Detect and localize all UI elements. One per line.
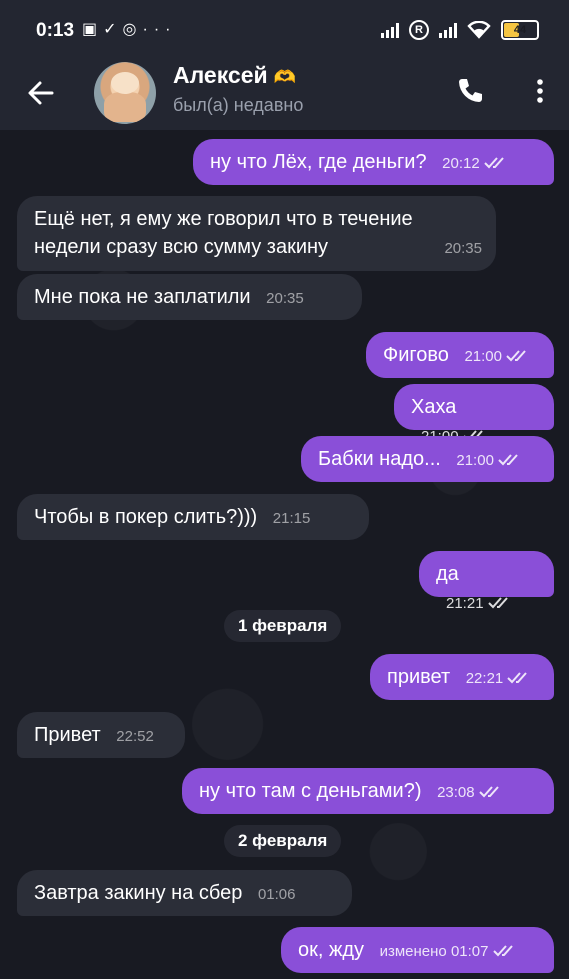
message-time: 21:21 bbox=[446, 595, 514, 612]
contact-name-row[interactable]: Алексей 🫶 bbox=[173, 62, 296, 89]
message-outgoing[interactable]: ну что Лёх, где деньги? 20:12 bbox=[193, 139, 554, 185]
twitch-icon: ▣ bbox=[82, 21, 104, 38]
message-outgoing[interactable]: Бабки надо... 21:00 bbox=[301, 436, 554, 482]
check-icon: ✓ bbox=[103, 21, 123, 38]
message-time: 20:35 bbox=[266, 290, 304, 307]
message-text: ок, жду bbox=[298, 939, 365, 961]
date-separator: 1 февраля bbox=[224, 610, 342, 642]
back-arrow-icon[interactable] bbox=[26, 78, 56, 108]
more-notifications-icon: ··· bbox=[142, 21, 177, 38]
battery-icon: 44 bbox=[501, 20, 539, 40]
message-time: 21:00 bbox=[456, 452, 524, 469]
edited-label: изменено bbox=[379, 943, 447, 960]
message-time: 23:08 bbox=[437, 784, 505, 801]
phone-icon[interactable] bbox=[455, 76, 485, 106]
double-check-icon bbox=[487, 597, 508, 609]
double-check-icon bbox=[478, 786, 499, 798]
message-outgoing[interactable]: да 21:21 bbox=[419, 551, 554, 612]
message-time: 20:12 bbox=[442, 155, 510, 172]
message-text: Хаха bbox=[411, 396, 457, 418]
heart-hands-icon: 🫶 bbox=[273, 67, 297, 87]
message-text: привет bbox=[387, 666, 451, 688]
message-text: ну что Лёх, где деньги? bbox=[210, 151, 427, 173]
message-outgoing[interactable]: ну что там с деньгами?) 23:08 bbox=[182, 768, 554, 814]
message-time: изменено 01:07 bbox=[380, 943, 519, 960]
message-time: 21:00 bbox=[464, 348, 532, 365]
message-outgoing[interactable]: Фигово 21:00 bbox=[366, 332, 554, 378]
message-time: 21:15 bbox=[272, 510, 311, 527]
message-incoming[interactable]: Мне пока не заплатили 20:35 bbox=[17, 274, 362, 320]
instagram-icon: ◎ bbox=[122, 21, 143, 38]
wifi-icon bbox=[467, 21, 491, 39]
message-outgoing[interactable]: Хаха 21:00 bbox=[394, 384, 554, 445]
double-check-icon bbox=[506, 350, 526, 362]
signal-icon bbox=[381, 22, 399, 38]
contact-status: был(а) недавно bbox=[173, 95, 304, 115]
double-check-icon bbox=[507, 672, 528, 684]
message-incoming[interactable]: Чтобы в покер слить?))) 21:15 bbox=[17, 494, 369, 540]
double-check-icon bbox=[492, 945, 513, 957]
message-outgoing[interactable]: привет 22:21 bbox=[370, 654, 554, 700]
message-text: да bbox=[436, 563, 459, 585]
status-right: R 44 bbox=[381, 20, 539, 40]
status-time: 0:13 bbox=[36, 20, 75, 41]
date-separator: 2 февраля bbox=[224, 825, 342, 857]
notification-icons: ▣✓◎··· bbox=[82, 19, 176, 39]
signal-icon-2 bbox=[439, 22, 457, 38]
message-text: Завтра закину на сбер bbox=[34, 882, 243, 904]
status-bar: 0:13 ▣✓◎··· R 44 bbox=[0, 0, 569, 62]
message-incoming[interactable]: Завтра закину на сбер 01:06 bbox=[17, 870, 352, 916]
message-time: 22:21 bbox=[466, 670, 534, 687]
message-text: Ещё нет, я ему же говорил что в течение … bbox=[34, 208, 413, 258]
double-check-icon bbox=[498, 454, 518, 466]
chat-header: Алексей 🫶 был(а) недавно bbox=[0, 62, 569, 130]
message-outgoing[interactable]: ок, жду изменено 01:07 bbox=[281, 927, 554, 973]
message-text: ну что там с деньгами?) bbox=[199, 780, 422, 802]
message-list[interactable]: ну что Лёх, где деньги? 20:12 Ещё нет, я… bbox=[0, 130, 569, 979]
roaming-icon: R bbox=[409, 20, 429, 40]
message-time: 01:06 bbox=[257, 886, 296, 903]
message-text: Чтобы в покер слить?))) bbox=[34, 506, 258, 528]
contact-name: Алексей bbox=[173, 62, 268, 88]
message-incoming[interactable]: Привет 22:52 bbox=[17, 712, 185, 758]
message-text: Фигово bbox=[383, 344, 449, 366]
message-text: Мне пока не заплатили bbox=[34, 286, 251, 308]
message-time: 22:52 bbox=[116, 728, 154, 745]
double-check-icon bbox=[483, 157, 504, 169]
message-text: Бабки надо... bbox=[318, 448, 441, 470]
battery-level: 44 bbox=[513, 24, 527, 36]
message-incoming[interactable]: Ещё нет, я ему же говорил что в течение … bbox=[17, 196, 496, 271]
message-time: 20:35 bbox=[444, 240, 482, 257]
more-vert-icon[interactable] bbox=[530, 76, 550, 106]
message-text: Привет bbox=[34, 724, 101, 746]
avatar[interactable] bbox=[94, 62, 156, 124]
